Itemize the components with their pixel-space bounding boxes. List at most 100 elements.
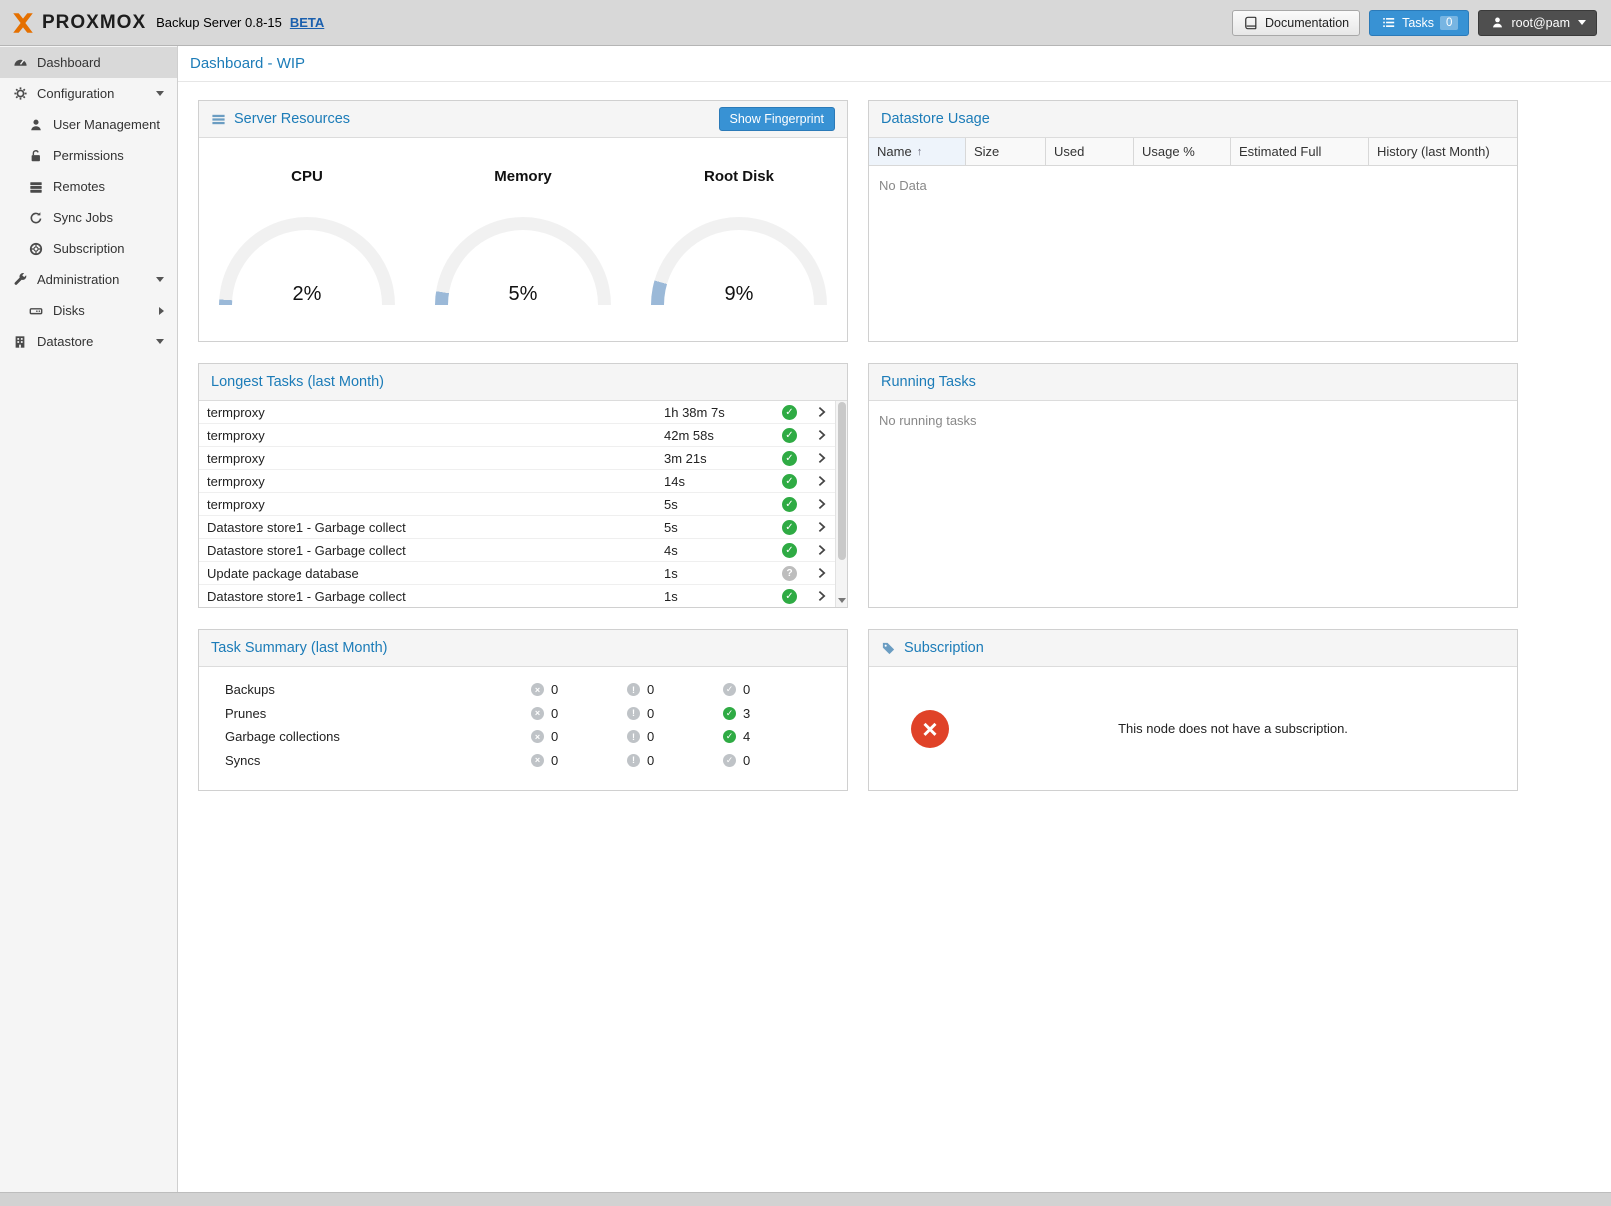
chevron-right-icon[interactable]: [815, 428, 831, 442]
collapse-arrow-icon[interactable]: [156, 277, 164, 282]
task-duration: 4s: [664, 543, 782, 558]
chevron-right-icon[interactable]: [815, 566, 831, 580]
scroll-down-arrow-icon[interactable]: [838, 598, 846, 603]
task-row[interactable]: Datastore store1 - Garbage collect 4s: [199, 539, 847, 562]
sidebar-item-dashboard[interactable]: Dashboard: [0, 47, 177, 78]
column-header-size[interactable]: Size: [966, 138, 1046, 165]
chevron-right-icon[interactable]: [815, 497, 831, 511]
chevron-right-icon[interactable]: [815, 451, 831, 465]
sidebar-item-administration[interactable]: Administration: [0, 264, 177, 295]
column-header-history[interactable]: History (last Month): [1369, 138, 1517, 165]
task-row[interactable]: Update package database 1s: [199, 562, 847, 585]
sidebar-item-disks[interactable]: Disks: [0, 295, 177, 326]
sidebar-item-user-management[interactable]: User Management: [0, 109, 177, 140]
server-resources-panel: Server Resources Show Fingerprint CPU 2%: [198, 100, 848, 342]
error-count-icon: [531, 707, 544, 720]
task-status-icon: [782, 405, 797, 420]
sidebar-item-remotes[interactable]: Remotes: [0, 171, 177, 202]
gauge-value: 5%: [435, 283, 611, 306]
warning-count: 0: [647, 682, 654, 697]
chevron-right-icon[interactable]: [815, 405, 831, 419]
task-row[interactable]: Datastore store1 - Garbage collect 5s: [199, 516, 847, 539]
task-status-icon: [782, 543, 797, 558]
collapse-arrow-icon[interactable]: [156, 91, 164, 96]
running-tasks-panel: Running Tasks No running tasks: [868, 363, 1518, 608]
documentation-button[interactable]: Documentation: [1232, 10, 1360, 36]
panel-title: Datastore Usage: [881, 111, 990, 127]
error-count-icon: [531, 730, 544, 743]
chevron-right-icon[interactable]: [815, 520, 831, 534]
scrollbar[interactable]: [835, 401, 847, 607]
expand-arrow-icon[interactable]: [159, 307, 164, 315]
subscription-panel: Subscription × This node does not have a…: [868, 629, 1518, 791]
server-icon: [28, 179, 44, 195]
error-count: 0: [551, 753, 558, 768]
sidebar-item-label: Datastore: [37, 334, 93, 349]
task-summary-panel: Task Summary (last Month) Backups 0: [198, 629, 848, 791]
task-summary-list: Backups 0 0 0: [199, 667, 847, 772]
error-count: 0: [551, 729, 558, 744]
gauge: Memory 5%: [415, 168, 631, 309]
sidebar-item-configuration[interactable]: Configuration: [0, 78, 177, 109]
panel-title: Subscription: [904, 640, 984, 656]
gauge: Root Disk 9%: [631, 168, 847, 309]
no-data-text: No Data: [869, 166, 1517, 205]
chevron-right-icon[interactable]: [815, 589, 831, 603]
task-status-icon: [782, 451, 797, 466]
summary-label: Syncs: [199, 753, 531, 768]
main-area: Dashboard - WIP Server Resources Show Fi…: [178, 46, 1611, 1192]
tasks-count-badge: 0: [1440, 16, 1458, 30]
sidebar-item-label: User Management: [53, 117, 160, 132]
task-status-icon: [782, 589, 797, 604]
gauge-value: 9%: [651, 283, 827, 306]
sidebar-item-permissions[interactable]: Permissions: [0, 140, 177, 171]
task-row[interactable]: termproxy 42m 58s: [199, 424, 847, 447]
sidebar-item-label: Configuration: [37, 86, 114, 101]
task-row[interactable]: Datastore store1 - Garbage collect 1s: [199, 585, 847, 607]
tasks-list-icon: [1380, 15, 1396, 31]
column-header-estimated-full[interactable]: Estimated Full: [1231, 138, 1369, 165]
column-header-usage[interactable]: Usage %: [1134, 138, 1231, 165]
task-name: termproxy: [207, 405, 664, 420]
beta-link[interactable]: BETA: [290, 15, 324, 30]
documentation-label: Documentation: [1265, 16, 1349, 30]
chevron-right-icon[interactable]: [815, 543, 831, 557]
datastore-table-header: Name ↑ Size Used Usage % Estimated Full …: [869, 138, 1517, 166]
task-duration: 5s: [664, 520, 782, 535]
task-name: Datastore store1 - Garbage collect: [207, 589, 664, 604]
warning-count-icon: [627, 707, 640, 720]
gauges-row: CPU 2% Memory: [199, 138, 847, 309]
task-status-icon: [782, 474, 797, 489]
sidebar-item-subscription[interactable]: Subscription: [0, 233, 177, 264]
page-title: Dashboard - WIP: [190, 55, 305, 72]
column-header-used[interactable]: Used: [1046, 138, 1134, 165]
task-row[interactable]: termproxy 3m 21s: [199, 447, 847, 470]
sidebar-item-sync-jobs[interactable]: Sync Jobs: [0, 202, 177, 233]
warning-count: 0: [647, 706, 654, 721]
task-duration: 1h 38m 7s: [664, 405, 782, 420]
task-row[interactable]: termproxy 1h 38m 7s: [199, 401, 847, 424]
tasks-button[interactable]: Tasks 0: [1369, 10, 1469, 36]
collapse-arrow-icon[interactable]: [156, 339, 164, 344]
datastore-usage-panel: Datastore Usage Name ↑ Size Used Usage %…: [868, 100, 1518, 342]
task-row[interactable]: termproxy 5s: [199, 493, 847, 516]
chevron-right-icon[interactable]: [815, 474, 831, 488]
ok-count: 0: [743, 682, 750, 697]
task-name: termproxy: [207, 451, 664, 466]
show-fingerprint-button[interactable]: Show Fingerprint: [719, 107, 836, 131]
panel-title: Task Summary (last Month): [211, 640, 387, 656]
user-menu-button[interactable]: root@pam: [1478, 10, 1597, 36]
caret-down-icon: [1578, 20, 1586, 25]
gears-icon: [12, 86, 28, 102]
scrollbar-thumb[interactable]: [838, 402, 846, 560]
sidebar-item-datastore[interactable]: Datastore: [0, 326, 177, 357]
no-subscription-icon: ×: [911, 710, 949, 748]
task-row[interactable]: termproxy 14s: [199, 470, 847, 493]
ok-count-icon: [723, 707, 736, 720]
book-icon: [1243, 15, 1259, 31]
column-header-name[interactable]: Name ↑: [869, 138, 966, 165]
summary-label: Backups: [199, 682, 531, 697]
task-status-icon: [782, 497, 797, 512]
sidebar-item-label: Administration: [37, 272, 119, 287]
warning-count: 0: [647, 729, 654, 744]
